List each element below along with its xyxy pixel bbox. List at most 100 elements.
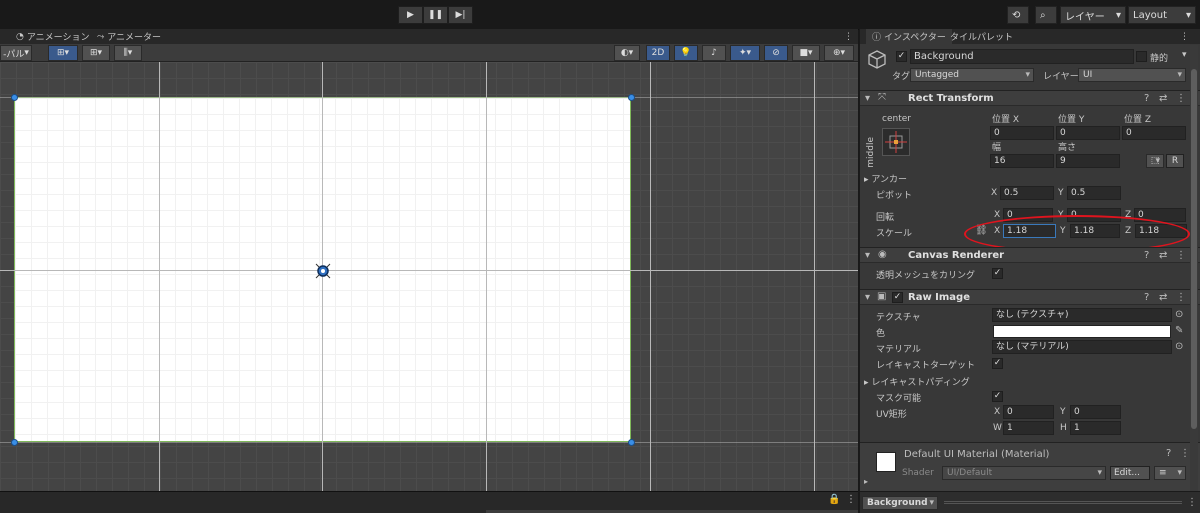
uv-y-field[interactable]: 0 bbox=[1070, 405, 1121, 419]
uv-x-field[interactable]: 0 bbox=[1003, 405, 1054, 419]
more-menu-icon[interactable]: ⋮ bbox=[1176, 93, 1186, 105]
raw-image-enabled-checkbox[interactable]: ✓ bbox=[892, 292, 903, 303]
height-field[interactable]: 9 bbox=[1056, 154, 1120, 168]
foldout-arrow-icon[interactable]: ▾ bbox=[865, 292, 870, 304]
shader-options-dropdown[interactable]: ≡ bbox=[1154, 466, 1186, 480]
draw-mode-icon[interactable]: ◐▾ bbox=[614, 45, 640, 61]
grid-line bbox=[650, 62, 651, 491]
anchor-horizontal-label: center bbox=[882, 114, 911, 124]
object-name-input[interactable]: Background bbox=[910, 49, 1134, 64]
texture-field[interactable]: なし (テクスチャ) bbox=[992, 308, 1172, 322]
static-label: 静的 bbox=[1150, 54, 1169, 64]
raycast-target-checkbox[interactable]: ✓ bbox=[992, 358, 1003, 369]
more-menu-icon[interactable]: ⋮ bbox=[844, 29, 853, 44]
raycast-padding-foldout[interactable]: ▸ レイキャストパディング bbox=[864, 375, 970, 388]
more-menu-icon[interactable]: ⋮ bbox=[1180, 29, 1189, 44]
maskable-checkbox[interactable]: ✓ bbox=[992, 391, 1003, 402]
presets-icon[interactable]: ⇄ bbox=[1159, 93, 1167, 105]
camera-icon[interactable]: ■▾ bbox=[792, 45, 820, 61]
grid-snap-icon[interactable]: ⊞▾ bbox=[48, 45, 78, 61]
resize-grip[interactable] bbox=[944, 501, 1182, 504]
static-checkbox[interactable] bbox=[1136, 51, 1147, 62]
corner-handle[interactable] bbox=[628, 439, 635, 446]
layer-dropdown[interactable]: UI bbox=[1078, 68, 1186, 82]
more-menu-icon[interactable]: ⋮ bbox=[846, 494, 856, 505]
rect-transform-header[interactable]: ▾ ⤧ Rect Transform ? ⇄ ⋮ bbox=[860, 90, 1200, 106]
eyedropper-icon[interactable]: ✎ bbox=[1175, 325, 1183, 337]
increment-snap-icon[interactable]: ⫼▾ bbox=[114, 45, 142, 61]
blueprint-mode-button[interactable]: ⬚ bbox=[1146, 154, 1164, 168]
scrollbar-thumb[interactable] bbox=[1191, 69, 1197, 429]
uv-w-field[interactable]: 1 bbox=[1003, 421, 1054, 435]
tab-animator[interactable]: ⤳ アニメーター bbox=[97, 29, 161, 44]
list-icon: ≡ bbox=[1159, 468, 1167, 478]
presets-icon[interactable]: ⇄ bbox=[1159, 250, 1167, 262]
lighting-icon[interactable]: 💡 bbox=[674, 45, 698, 61]
anchor-presets-button[interactable] bbox=[882, 128, 910, 156]
palette-dropdown[interactable]: -パル ▾ bbox=[0, 45, 32, 61]
raw-image-header[interactable]: ▾ ▣ ✓ Raw Image ? ⇄ ⋮ bbox=[860, 289, 1200, 305]
help-icon[interactable]: ? bbox=[1166, 448, 1171, 460]
grid-line bbox=[0, 97, 858, 98]
effects-icon[interactable]: ✦▾ bbox=[730, 45, 760, 61]
help-icon[interactable]: ? bbox=[1144, 250, 1149, 262]
scrollbar-track[interactable] bbox=[1190, 45, 1198, 491]
pivot-y-field[interactable]: 0.5 bbox=[1067, 186, 1121, 200]
corner-handle[interactable] bbox=[628, 94, 635, 101]
pivot-x-field[interactable]: 0.5 bbox=[1000, 186, 1054, 200]
edit-shader-button[interactable]: Edit... bbox=[1110, 466, 1150, 480]
anchors-foldout[interactable]: ▸ アンカー bbox=[864, 172, 907, 185]
presets-icon[interactable]: ⇄ bbox=[1159, 292, 1167, 304]
shader-dropdown[interactable]: UI/Default bbox=[942, 466, 1106, 480]
play-icon[interactable]: ▶ bbox=[398, 6, 423, 24]
tab-animation[interactable]: ◔ アニメーション bbox=[16, 29, 90, 44]
uv-h-field[interactable]: 1 bbox=[1070, 421, 1121, 435]
material-field[interactable]: なし (マテリアル) bbox=[992, 340, 1172, 354]
pos-z-label: 位置 Z bbox=[1124, 115, 1152, 125]
pos-z-field[interactable]: 0 bbox=[1122, 126, 1186, 140]
tab-tile-palette[interactable]: タイルパレット bbox=[950, 29, 1013, 44]
audio-icon[interactable]: ♪ bbox=[702, 45, 726, 61]
more-menu-icon[interactable]: ⋮ bbox=[1176, 250, 1186, 262]
mode-2d-button[interactable]: 2D bbox=[646, 45, 670, 61]
raw-edit-button[interactable]: R bbox=[1166, 154, 1184, 168]
help-icon[interactable]: ? bbox=[1144, 93, 1149, 105]
history-icon[interactable]: ⟲ bbox=[1007, 6, 1029, 24]
help-icon[interactable]: ? bbox=[1144, 292, 1149, 304]
pivot-icon[interactable] bbox=[315, 263, 331, 279]
tag-dropdown[interactable]: Untagged bbox=[910, 68, 1034, 82]
layout-dropdown[interactable]: Layout ▾ bbox=[1128, 6, 1196, 24]
hidden-objects-icon[interactable]: ⊘ bbox=[764, 45, 788, 61]
object-picker-icon[interactable]: ⊙ bbox=[1175, 341, 1183, 353]
pos-x-field[interactable]: 0 bbox=[990, 126, 1054, 140]
cull-transparent-checkbox[interactable]: ✓ bbox=[992, 268, 1003, 279]
width-field[interactable]: 16 bbox=[990, 154, 1054, 168]
object-picker-icon[interactable]: ⊙ bbox=[1175, 309, 1183, 321]
corner-handle[interactable] bbox=[11, 439, 18, 446]
preview-object-dropdown[interactable]: Background bbox=[862, 496, 938, 510]
more-menu-icon[interactable]: ⋮ bbox=[1176, 292, 1186, 304]
active-checkbox[interactable]: ✓ bbox=[896, 51, 907, 62]
pos-y-field[interactable]: 0 bbox=[1056, 126, 1120, 140]
corner-handle[interactable] bbox=[11, 94, 18, 101]
chevron-down-icon[interactable]: ▾ bbox=[1182, 50, 1187, 60]
scene-view[interactable] bbox=[0, 62, 858, 491]
color-swatch[interactable] bbox=[993, 325, 1171, 338]
mode-2d-label: 2D bbox=[651, 48, 665, 58]
gizmos-icon[interactable]: ⊕▾ bbox=[824, 45, 854, 61]
scene-tab-bar: ◔ アニメーション ⤳ アニメーター ⋮ bbox=[0, 29, 858, 44]
pause-icon[interactable]: ❚❚ bbox=[423, 6, 448, 24]
more-menu-icon[interactable]: ⋮ bbox=[1180, 448, 1190, 460]
canvas-renderer-header[interactable]: ▾ ◉ Canvas Renderer ? ⇄ ⋮ bbox=[860, 247, 1200, 263]
search-icon[interactable]: ⌕ bbox=[1035, 6, 1057, 24]
foldout-arrow-icon[interactable]: ▸ bbox=[864, 476, 868, 488]
cull-transparent-label: 透明メッシュをカリング bbox=[876, 271, 976, 281]
tab-inspector[interactable]: ⓘ インスペクター bbox=[866, 29, 952, 44]
lock-icon[interactable]: 🔒 bbox=[828, 494, 840, 505]
layers-dropdown[interactable]: レイヤー ▾ bbox=[1060, 6, 1126, 24]
step-icon[interactable]: ▶| bbox=[448, 6, 473, 24]
foldout-arrow-icon[interactable]: ▾ bbox=[865, 250, 870, 262]
grid-visibility-icon[interactable]: ⊞▾ bbox=[82, 45, 110, 61]
foldout-arrow-icon[interactable]: ▾ bbox=[865, 93, 870, 105]
more-menu-icon[interactable]: ⋮ bbox=[1187, 497, 1197, 509]
